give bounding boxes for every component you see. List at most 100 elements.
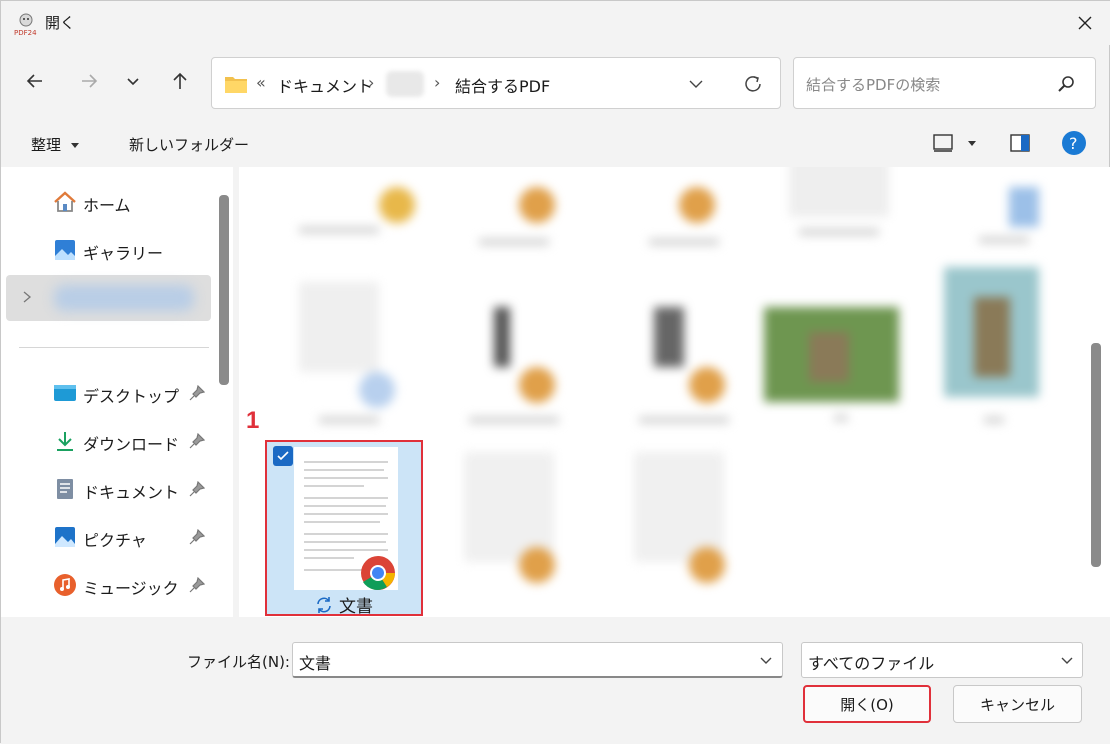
caret-down-icon: [70, 143, 79, 148]
breadcrumb-documents[interactable]: ドキュメント: [277, 73, 373, 97]
file-item-blurred[interactable]: [959, 177, 1049, 247]
sync-icon: [317, 596, 331, 613]
sidebar-item-desktop[interactable]: デスクトップ: [1, 370, 211, 416]
sidebar-item-label: ドキュメント: [83, 483, 180, 502]
caret-down-icon[interactable]: [967, 140, 977, 148]
view-mode-icon[interactable]: [933, 134, 953, 152]
breadcrumb-current-folder[interactable]: 結合するPDF: [455, 73, 550, 97]
open-button[interactable]: 開く(O): [803, 685, 931, 723]
search-icon[interactable]: [1056, 74, 1076, 94]
sidebar-item-documents[interactable]: ドキュメント: [1, 466, 211, 512]
file-item-blurred[interactable]: [639, 297, 749, 432]
file-type-value: すべてのファイル: [808, 654, 935, 673]
sidebar-scrollbar[interactable]: [219, 195, 229, 385]
music-icon: [54, 574, 76, 596]
gallery-icon: [55, 240, 75, 260]
file-item-blurred[interactable]: [944, 267, 1054, 432]
sidebar-item-label: ダウンロード: [83, 435, 180, 454]
search-placeholder: 結合するPDFの検索: [806, 76, 941, 94]
filename-label: ファイル名(N):: [187, 653, 290, 671]
breadcrumb-overflow[interactable]: «: [256, 73, 266, 92]
file-type-select[interactable]: すべてのファイル: [801, 642, 1083, 678]
search-input[interactable]: 結合するPDFの検索: [793, 57, 1096, 109]
sidebar-item-label: ギャラリー: [83, 244, 164, 263]
file-item-blurred[interactable]: [764, 307, 904, 432]
file-item-blurred[interactable]: [464, 452, 574, 612]
pin-icon[interactable]: [189, 433, 205, 449]
cancel-button[interactable]: キャンセル: [953, 685, 1082, 723]
sidebar-item-label: ホーム: [83, 196, 131, 215]
pin-icon[interactable]: [189, 385, 205, 401]
preview-pane-icon[interactable]: [1010, 133, 1030, 153]
address-bar[interactable]: « ドキュメント › › 結合するPDF: [211, 57, 781, 109]
file-name: 文書: [315, 592, 373, 617]
pin-icon[interactable]: [189, 529, 205, 545]
file-item-blurred[interactable]: [469, 297, 579, 432]
file-list: 文書: [239, 167, 1110, 617]
arrow-up-icon: [173, 72, 187, 89]
divider: [19, 347, 209, 348]
chevron-down-icon: [1061, 657, 1073, 664]
help-icon[interactable]: ?: [1061, 130, 1087, 156]
new-folder-button[interactable]: 新しいフォルダー: [129, 134, 249, 155]
organize-menu[interactable]: 整理: [31, 134, 80, 155]
refresh-icon[interactable]: [742, 73, 764, 95]
filename-value[interactable]: 文書: [299, 650, 331, 674]
file-item-blurred[interactable]: [279, 167, 415, 247]
arrow-right-icon: [82, 74, 98, 88]
breadcrumb-separator: ›: [434, 73, 441, 92]
back-button[interactable]: [19, 65, 51, 97]
organize-label: 整理: [31, 136, 62, 154]
chevron-down-icon[interactable]: [688, 76, 704, 92]
breadcrumb-blurred-folder[interactable]: [386, 71, 424, 97]
file-item-blurred[interactable]: [299, 282, 399, 432]
forward-button[interactable]: [73, 65, 105, 97]
blurred-account-name: [54, 285, 194, 311]
dialog-footer: ファイル名(N): 文書 すべてのファイル 開く(O) キャンセル: [1, 617, 1110, 744]
filename-input[interactable]: 文書: [292, 642, 783, 678]
navigation-pane: ホーム ギャラリー デスクトップ ダウンロード ドキュメント ピクチャ ミュージ…: [1, 167, 233, 617]
close-icon: [1078, 16, 1092, 30]
sidebar-item-label: ピクチャ: [83, 531, 147, 550]
chevron-down-icon: [127, 78, 139, 86]
chrome-icon: [361, 556, 395, 590]
open-file-dialog: PDF24 開く « ドキュメント › › 結合するPDF 結合するPDFの検索…: [0, 0, 1110, 744]
file-item-blurred[interactable]: [634, 452, 744, 612]
pictures-icon: [55, 527, 75, 547]
title-bar: PDF24 開く: [1, 1, 1110, 45]
navigation-bar: « ドキュメント › › 結合するPDF 結合するPDFの検索: [1, 53, 1110, 111]
pin-icon[interactable]: [189, 481, 205, 497]
file-list-scrollbar[interactable]: [1091, 343, 1101, 567]
close-button[interactable]: [1067, 5, 1103, 41]
up-button[interactable]: [164, 65, 196, 97]
desktop-icon: [54, 385, 76, 401]
documents-icon: [57, 479, 73, 499]
sidebar-item-pictures[interactable]: ピクチャ: [1, 514, 211, 560]
folder-icon: [225, 77, 247, 93]
file-item-blurred[interactable]: [789, 167, 899, 247]
document-thumbnail: [294, 447, 398, 590]
pin-icon[interactable]: [189, 577, 205, 593]
recent-locations-button[interactable]: [117, 65, 149, 97]
file-item-selected[interactable]: 文書: [265, 440, 423, 617]
sidebar-item-music[interactable]: ミュージック: [1, 562, 211, 608]
home-icon: [54, 191, 76, 212]
file-item-blurred[interactable]: [649, 187, 749, 247]
sidebar-item-label: デスクトップ: [83, 387, 180, 406]
sidebar-item-downloads[interactable]: ダウンロード: [1, 418, 211, 464]
checkmark-icon: [277, 451, 289, 461]
checkbox[interactable]: [273, 446, 293, 466]
chevron-right-icon[interactable]: [22, 291, 32, 303]
svg-text:?: ?: [1069, 134, 1078, 153]
sidebar-item-label: ミュージック: [83, 579, 179, 598]
file-name-label: 文書: [339, 597, 373, 617]
app-logo-icon: PDF24: [14, 13, 37, 37]
file-item-blurred[interactable]: [479, 187, 579, 247]
arrow-left-icon: [26, 74, 42, 88]
sidebar-item-gallery[interactable]: ギャラリー: [1, 227, 211, 273]
sidebar-item-onedrive[interactable]: [6, 275, 211, 321]
chevron-down-icon[interactable]: [759, 653, 773, 667]
sidebar-item-home[interactable]: ホーム: [1, 179, 211, 225]
step-marker-1: 1: [246, 407, 260, 434]
svg-text:PDF24: PDF24: [14, 29, 37, 37]
